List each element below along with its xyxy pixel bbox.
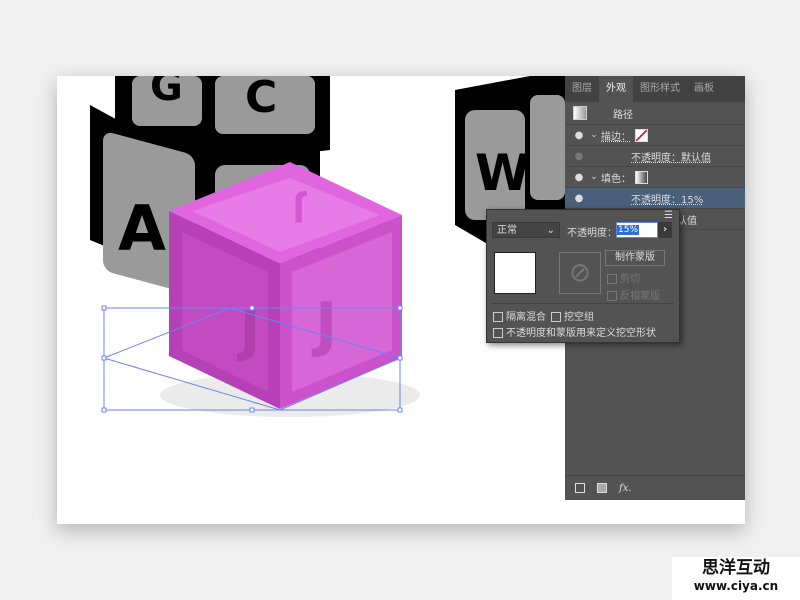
blend-mode-select[interactable]: 正常 ⌄ [492, 222, 560, 238]
knockout-group-checkbox[interactable]: 挖空组 [551, 308, 594, 323]
letter-c: C [245, 76, 277, 123]
object-thumbnail [494, 252, 536, 294]
letter-j-top: J [292, 189, 307, 229]
fill-swatch[interactable] [635, 170, 648, 184]
letter-g: G [150, 76, 183, 110]
new-fill-icon[interactable] [597, 483, 607, 493]
invert-mask-checkbox[interactable]: 反相蒙版 [607, 287, 660, 302]
object-opacity-label[interactable]: 认值 [677, 212, 697, 227]
eye-icon[interactable]: ● [571, 172, 587, 183]
letter-j-left: J [236, 300, 260, 363]
tab-graphic-styles[interactable]: 图形样式 [633, 76, 687, 102]
tab-artboards[interactable]: 画板 [687, 76, 721, 102]
chevron-down-icon[interactable]: ⌄ [587, 172, 601, 182]
letter-j-right: J [311, 290, 337, 360]
fill-row[interactable]: ● ⌄ 填色： [565, 167, 745, 188]
isolate-blending-checkbox[interactable]: 隔离混合 [493, 308, 546, 323]
fill-label[interactable]: 填色： [601, 170, 631, 185]
eye-icon[interactable]: ● [571, 151, 587, 162]
menu-icon[interactable]: ☰ [664, 210, 673, 221]
make-mask-button[interactable]: 制作蒙版 [605, 250, 665, 266]
stroke-label[interactable]: 描边： [601, 128, 631, 143]
chevron-right-icon[interactable]: › [658, 222, 672, 238]
no-mask-icon: ⊘ [559, 252, 601, 294]
clip-checkbox[interactable]: 剪切 [607, 270, 640, 285]
path-thumbnail [573, 106, 587, 120]
opacity-label: 不透明度： [567, 228, 617, 239]
fill-opacity-label[interactable]: 不透明度：15% [631, 191, 703, 206]
letter-w: W [475, 144, 530, 202]
opacity-mask-knockout-checkbox[interactable]: 不透明度和蒙版用来定义挖空形状 [493, 324, 656, 339]
new-stroke-icon[interactable] [575, 483, 585, 493]
tab-layers[interactable]: 图层 [565, 76, 599, 102]
chevron-down-icon[interactable]: ⌄ [587, 130, 601, 140]
tab-appearance[interactable]: 外观 [599, 76, 633, 102]
stroke-opacity-label[interactable]: 不透明度：默认值 [631, 149, 711, 164]
eye-icon[interactable]: ● [571, 130, 587, 141]
stroke-row[interactable]: ● ⌄ 描边： [565, 125, 745, 146]
object-label: 路径 [613, 109, 633, 121]
stroke-opacity-row[interactable]: ● 不透明度：默认值 [565, 146, 745, 167]
letter-a: A [118, 192, 166, 265]
watermark: 思洋互动 www.ciya.cn [672, 557, 800, 600]
stroke-swatch[interactable] [635, 128, 648, 142]
transparency-popup: ☰ 正常 ⌄ 不透明度： 15% › ⊘ 制作蒙版 剪切 反相蒙版 隔离混合 挖空… [486, 209, 680, 343]
fx-icon[interactable]: fx. [619, 483, 632, 494]
eye-icon[interactable]: ● [571, 193, 587, 204]
opacity-input[interactable]: 15% [616, 222, 658, 238]
fill-opacity-row[interactable]: ● 不透明度：15% [565, 188, 745, 209]
